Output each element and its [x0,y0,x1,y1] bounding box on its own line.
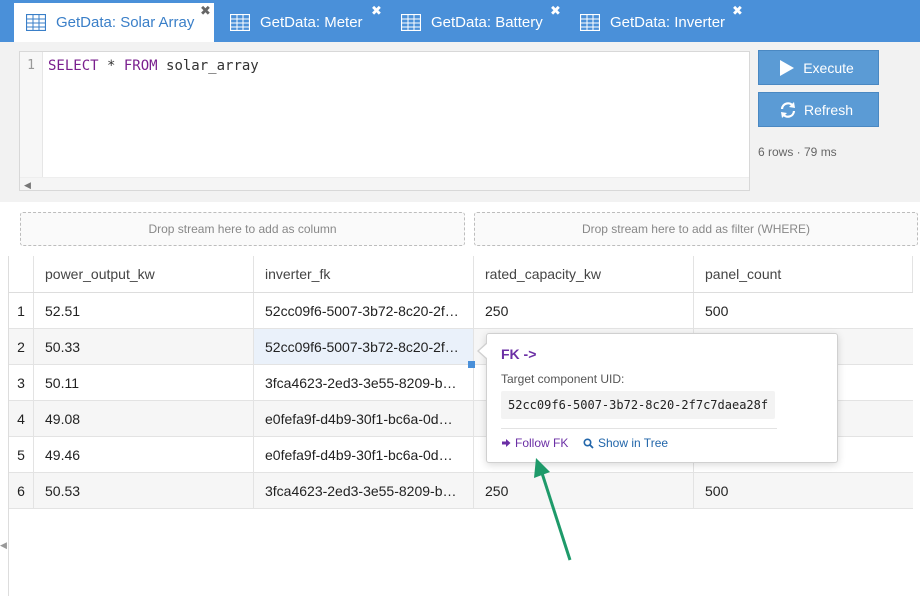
row-number: 5 [9,437,34,472]
scroll-left-icon[interactable]: ◀ [24,180,31,191]
tab-battery[interactable]: GetData: Battery ✖ [389,3,569,42]
table-grid-icon [580,14,600,31]
fk-value: 52cc09f6-5007-3b72-8c20-2f7c7daea28f [265,338,464,355]
table-header: power_output_kw inverter_fk rated_capaci… [9,256,913,293]
row-number: 1 [9,293,34,328]
play-icon [780,60,794,76]
collapse-left-icon[interactable]: ◀ [0,540,7,551]
drop-zone-filter[interactable]: Drop stream here to add as filter (WHERE… [474,212,918,246]
search-icon [583,437,594,449]
cell-power-output[interactable]: 50.53 [34,473,254,508]
execute-button[interactable]: Execute [758,50,879,85]
tab-label: GetData: Meter [260,14,363,31]
follow-fk-label: Follow FK [515,436,569,450]
sql-editor[interactable]: 1 SELECT * FROM solar_array ◀ [19,51,750,191]
fk-value: e0fefa9f-d4b9-30f1-bc6a-0d… [265,446,453,463]
close-icon[interactable]: ✖ [200,4,211,18]
table-row: 1 52.51 52cc09f6-5007-3b72-8c20-2f7c7dae… [9,293,913,329]
drop-zone-column[interactable]: Drop stream here to add as column [20,212,465,246]
query-stats: 6 rows · 79 ms [758,145,837,159]
close-icon[interactable]: ✖ [550,4,561,18]
tab-label: GetData: Solar Array [56,14,195,31]
sql-text: solar_array [157,58,259,74]
tab-inverter[interactable]: GetData: Inverter ✖ [568,3,748,42]
drop-zone-label: Drop stream here to add as filter (WHERE… [581,222,811,236]
row-number-header [9,256,34,292]
cell-power-output[interactable]: 50.11 [34,365,254,400]
cell-rated-capacity[interactable]: 250 [474,473,694,508]
popover-title: FK -> [501,346,537,362]
table-grid-icon [230,14,250,31]
tab-label: GetData: Inverter [610,14,726,31]
arrow-right-icon [502,439,511,447]
cell-inverter-fk[interactable]: e0fefa9f-d4b9-30f1-bc6a-0d… [254,401,474,436]
cell-power-output[interactable]: 49.08 [34,401,254,436]
refresh-icon [780,102,796,118]
cell-inverter-fk[interactable]: 3fca4623-2ed3-3e55-8209-b… [254,473,474,508]
row-number: 2 [9,329,34,364]
table-grid-icon [401,14,421,31]
table-row: 6 50.53 3fca4623-2ed3-3e55-8209-b… 250 5… [9,473,913,509]
popover-arrow-inner [479,343,488,359]
horizontal-scrollbar[interactable]: ◀ [20,177,749,190]
cell-inverter-fk[interactable]: e0fefa9f-d4b9-30f1-bc6a-0d… [254,437,474,472]
sql-code[interactable]: SELECT * FROM solar_array [48,58,259,74]
row-number: 3 [9,365,34,400]
cell-power-output[interactable]: 50.33 [34,329,254,364]
line-gutter: 1 [20,52,43,178]
query-panel: 1 SELECT * FROM solar_array ◀ Execute Re… [0,42,920,202]
selection-handle[interactable] [468,361,475,368]
tab-meter[interactable]: GetData: Meter ✖ [218,3,388,42]
tab-solar-array[interactable]: GetData: Solar Array ✖ [14,3,214,42]
close-icon[interactable]: ✖ [371,4,382,18]
fk-value: 52cc09f6-5007-3b72-8c20-2f7c7daea28f [265,302,464,319]
cell-rated-capacity[interactable]: 250 [474,293,694,328]
column-header[interactable]: inverter_fk [254,256,474,292]
fk-value: e0fefa9f-d4b9-30f1-bc6a-0d… [265,410,453,427]
tab-bar: GetData: Solar Array ✖ GetData: Meter ✖ … [0,0,920,42]
target-uid[interactable]: 52cc09f6-5007-3b72-8c20-2f7c7daea28f [501,391,776,419]
sql-keyword: SELECT [48,58,99,74]
refresh-button[interactable]: Refresh [758,92,879,127]
fk-value: 3fca4623-2ed3-3e55-8209-b… [265,482,457,499]
tab-label: GetData: Battery [431,14,543,31]
cell-power-output[interactable]: 49.46 [34,437,254,472]
column-header[interactable]: power_output_kw [34,256,254,292]
drop-zone-label: Drop stream here to add as column [148,222,337,236]
refresh-label: Refresh [803,101,854,118]
popover-label: Target component UID: [501,372,625,386]
fk-value: 3fca4623-2ed3-3e55-8209-b… [265,374,457,391]
cell-panel-count[interactable]: 500 [694,473,913,508]
line-number: 1 [27,58,35,73]
follow-fk-link[interactable]: Follow FK [501,436,568,450]
show-in-tree-link[interactable]: Show in Tree [583,436,668,450]
popover-divider [501,428,777,429]
column-header[interactable]: rated_capacity_kw [474,256,694,292]
cell-panel-count[interactable]: 500 [694,293,913,328]
sql-keyword: FROM [123,58,158,74]
cell-power-output[interactable]: 52.51 [34,293,254,328]
row-number: 4 [9,401,34,436]
row-number: 6 [9,473,34,508]
cell-inverter-fk[interactable]: 3fca4623-2ed3-3e55-8209-b… [254,365,474,400]
close-icon[interactable]: ✖ [732,4,743,18]
cell-inverter-fk[interactable]: 52cc09f6-5007-3b72-8c20-2f7c7daea28f [254,293,474,328]
show-in-tree-label: Show in Tree [598,436,669,450]
table-grid-icon [26,14,46,31]
fk-popover: FK -> Target component UID: 52cc09f6-500… [477,333,838,463]
sql-text: * [98,58,124,74]
column-header[interactable]: panel_count [694,256,913,292]
execute-label: Execute [803,59,854,76]
cell-inverter-fk-selected[interactable]: 52cc09f6-5007-3b72-8c20-2f7c7daea28f [254,329,474,364]
